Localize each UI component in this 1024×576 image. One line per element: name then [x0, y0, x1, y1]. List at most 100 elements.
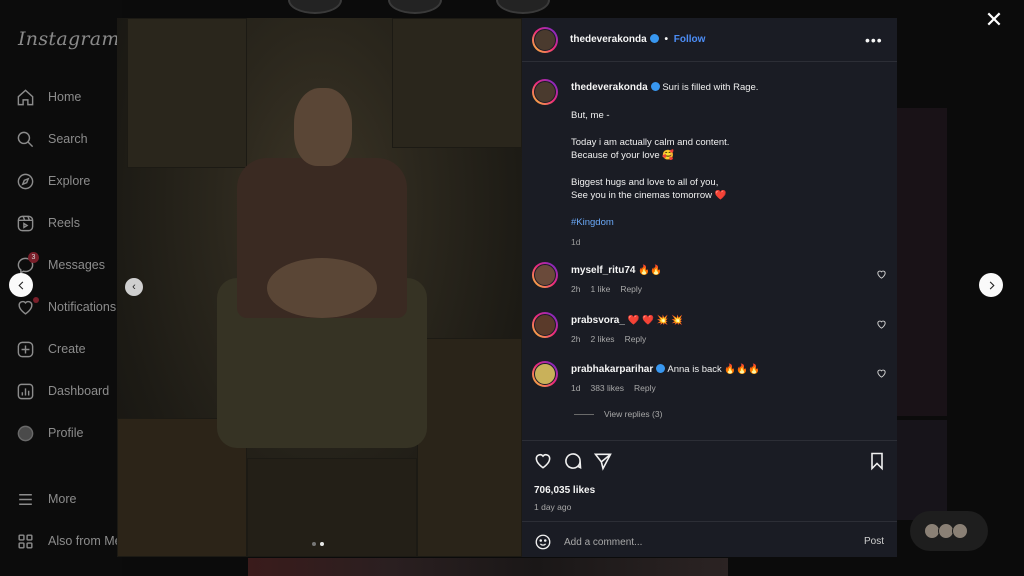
sidebar-item-label: Create: [48, 342, 86, 356]
sidebar-item-home[interactable]: Home: [16, 83, 81, 111]
caption-line: Because of your love 🥰: [571, 150, 675, 161]
post-comment-button[interactable]: Post: [864, 536, 884, 547]
caption-text: Suri is filled with Rage.: [662, 82, 759, 93]
comment-avatar[interactable]: [532, 262, 558, 288]
instagram-post-viewer: Instagram Home Search Explore Reels 3 Me…: [0, 0, 1024, 576]
sidebar-item-reels[interactable]: Reels: [16, 209, 80, 237]
post-header: thedeverakonda • Follow •••: [522, 18, 897, 62]
comment-likes[interactable]: 1 like: [590, 284, 610, 294]
profile-avatar-icon: [17, 425, 34, 441]
verified-badge-icon: [650, 82, 660, 91]
add-comment-row: Post: [522, 521, 897, 559]
post-image[interactable]: ‹: [117, 18, 522, 557]
comment-username[interactable]: prabsvora_: [571, 315, 625, 326]
follow-button[interactable]: Follow: [674, 34, 706, 45]
feed-thumbnail[interactable]: [897, 108, 947, 416]
reply-button[interactable]: Reply: [634, 383, 656, 393]
view-replies-button[interactable]: View replies (3): [574, 409, 662, 419]
caption-line: But, me -: [571, 110, 610, 121]
likes-count[interactable]: 706,035 likes: [534, 485, 595, 496]
compass-icon: [17, 173, 34, 189]
sidebar-item-label: Also from Me: [48, 534, 122, 548]
seated-figure-hands: [267, 258, 377, 318]
sidebar-item-label: Notifications: [48, 300, 117, 314]
verified-badge-icon: [656, 364, 666, 373]
comment-meta: 1d 383 likes Reply: [571, 383, 666, 393]
comment-body: myself_ritu74 🔥🔥: [571, 264, 662, 278]
messages-avatars-pill[interactable]: [910, 511, 988, 551]
menu-icon: [19, 493, 32, 505]
sidebar-item-dashboard[interactable]: Dashboard: [16, 377, 109, 405]
background-crate: [417, 338, 522, 557]
comment-meta: 2h 2 likes Reply: [571, 334, 656, 344]
comment-age: 1d: [571, 383, 581, 393]
caption-lead: thedeverakonda Suri is filled with Rage.: [571, 81, 758, 95]
close-icon[interactable]: ✕: [983, 9, 1005, 31]
sidebar-item-create[interactable]: Create: [16, 335, 86, 363]
sidebar-item-search[interactable]: Search: [16, 125, 88, 153]
feed-thumbnail[interactable]: [897, 420, 947, 520]
story-thumbnail[interactable]: [388, 0, 442, 14]
sidebar-item-more[interactable]: More: [16, 485, 76, 513]
previous-post-button[interactable]: [9, 273, 33, 297]
like-comment-heart-icon[interactable]: [876, 368, 887, 379]
chevron-left-icon: [17, 280, 23, 290]
post-timestamp: 1 day ago: [534, 502, 572, 512]
instagram-logo[interactable]: Instagram: [18, 28, 120, 50]
story-thumbnail[interactable]: [496, 0, 550, 14]
dashboard-icon: [17, 383, 34, 399]
reply-button[interactable]: Reply: [620, 284, 642, 294]
verified-badge-icon: [649, 34, 659, 43]
sidebar-item-label: Search: [48, 132, 88, 146]
author-avatar[interactable]: [532, 27, 558, 53]
like-comment-heart-icon[interactable]: [876, 269, 887, 280]
caption-author-avatar[interactable]: [532, 79, 558, 105]
sidebar-item-also-from-meta[interactable]: Also from Me: [16, 527, 122, 555]
sidebar-item-label: Messages: [48, 258, 105, 272]
like-comment-heart-icon[interactable]: [876, 319, 887, 330]
author-username[interactable]: thedeverakonda: [570, 34, 647, 45]
reels-icon: [17, 215, 34, 231]
like-heart-icon[interactable]: [533, 451, 553, 471]
sidebar-item-explore[interactable]: Explore: [16, 167, 90, 195]
post-details-panel: thedeverakonda • Follow ••• thedeverakon…: [522, 18, 897, 557]
comment-body: prabsvora_ ❤️ ❤️ 💥 💥: [571, 314, 683, 328]
story-thumbnail[interactable]: [288, 0, 342, 14]
feed-thumbnail-strip[interactable]: [248, 558, 728, 576]
comment-username[interactable]: prabhakarparihar: [571, 364, 653, 375]
comment-bubble-icon[interactable]: [563, 451, 583, 471]
more-options-icon[interactable]: •••: [865, 32, 883, 48]
comment-text: Anna is back 🔥🔥🔥: [667, 364, 760, 375]
sidebar-item-notifications[interactable]: Notifications: [16, 293, 116, 321]
comment-age: 2h: [571, 334, 581, 344]
comment-meta: 2h 1 like Reply: [571, 284, 652, 294]
separator: •: [664, 34, 668, 45]
comment-input[interactable]: [564, 532, 844, 552]
comment-username[interactable]: myself_ritu74: [571, 265, 635, 276]
caption-age: 1d: [571, 237, 581, 247]
sidebar-item-messages[interactable]: 3 Messages: [16, 251, 105, 279]
grid-icon: [18, 533, 33, 549]
chevron-right-icon: [989, 280, 995, 290]
comment-likes[interactable]: 2 likes: [590, 334, 614, 344]
comment-age: 2h: [571, 284, 581, 294]
comment-text: 🔥🔥: [638, 265, 662, 276]
comment-likes[interactable]: 383 likes: [590, 383, 624, 393]
caption-line: Biggest hugs and love to all of you,: [571, 177, 719, 188]
emoji-icon[interactable]: [534, 533, 552, 551]
hashtag-link[interactable]: #Kingdom: [571, 216, 614, 230]
comment-avatar[interactable]: [532, 361, 558, 387]
reply-button[interactable]: Reply: [625, 334, 647, 344]
caption-username[interactable]: thedeverakonda: [571, 82, 648, 93]
caption-line: See you in the cinemas tomorrow ❤️: [571, 190, 727, 201]
sidebar-item-profile[interactable]: Profile: [16, 419, 83, 447]
comment-text: ❤️ ❤️ 💥 💥: [627, 315, 683, 326]
share-send-icon[interactable]: [593, 451, 613, 471]
avatar: [952, 523, 968, 539]
sidebar-item-label: Home: [48, 90, 82, 104]
author-row: thedeverakonda • Follow: [570, 34, 705, 45]
image-previous-button[interactable]: ‹: [125, 278, 143, 296]
comment-avatar[interactable]: [532, 312, 558, 338]
save-bookmark-icon[interactable]: [867, 451, 887, 471]
next-post-button[interactable]: [979, 273, 1003, 297]
